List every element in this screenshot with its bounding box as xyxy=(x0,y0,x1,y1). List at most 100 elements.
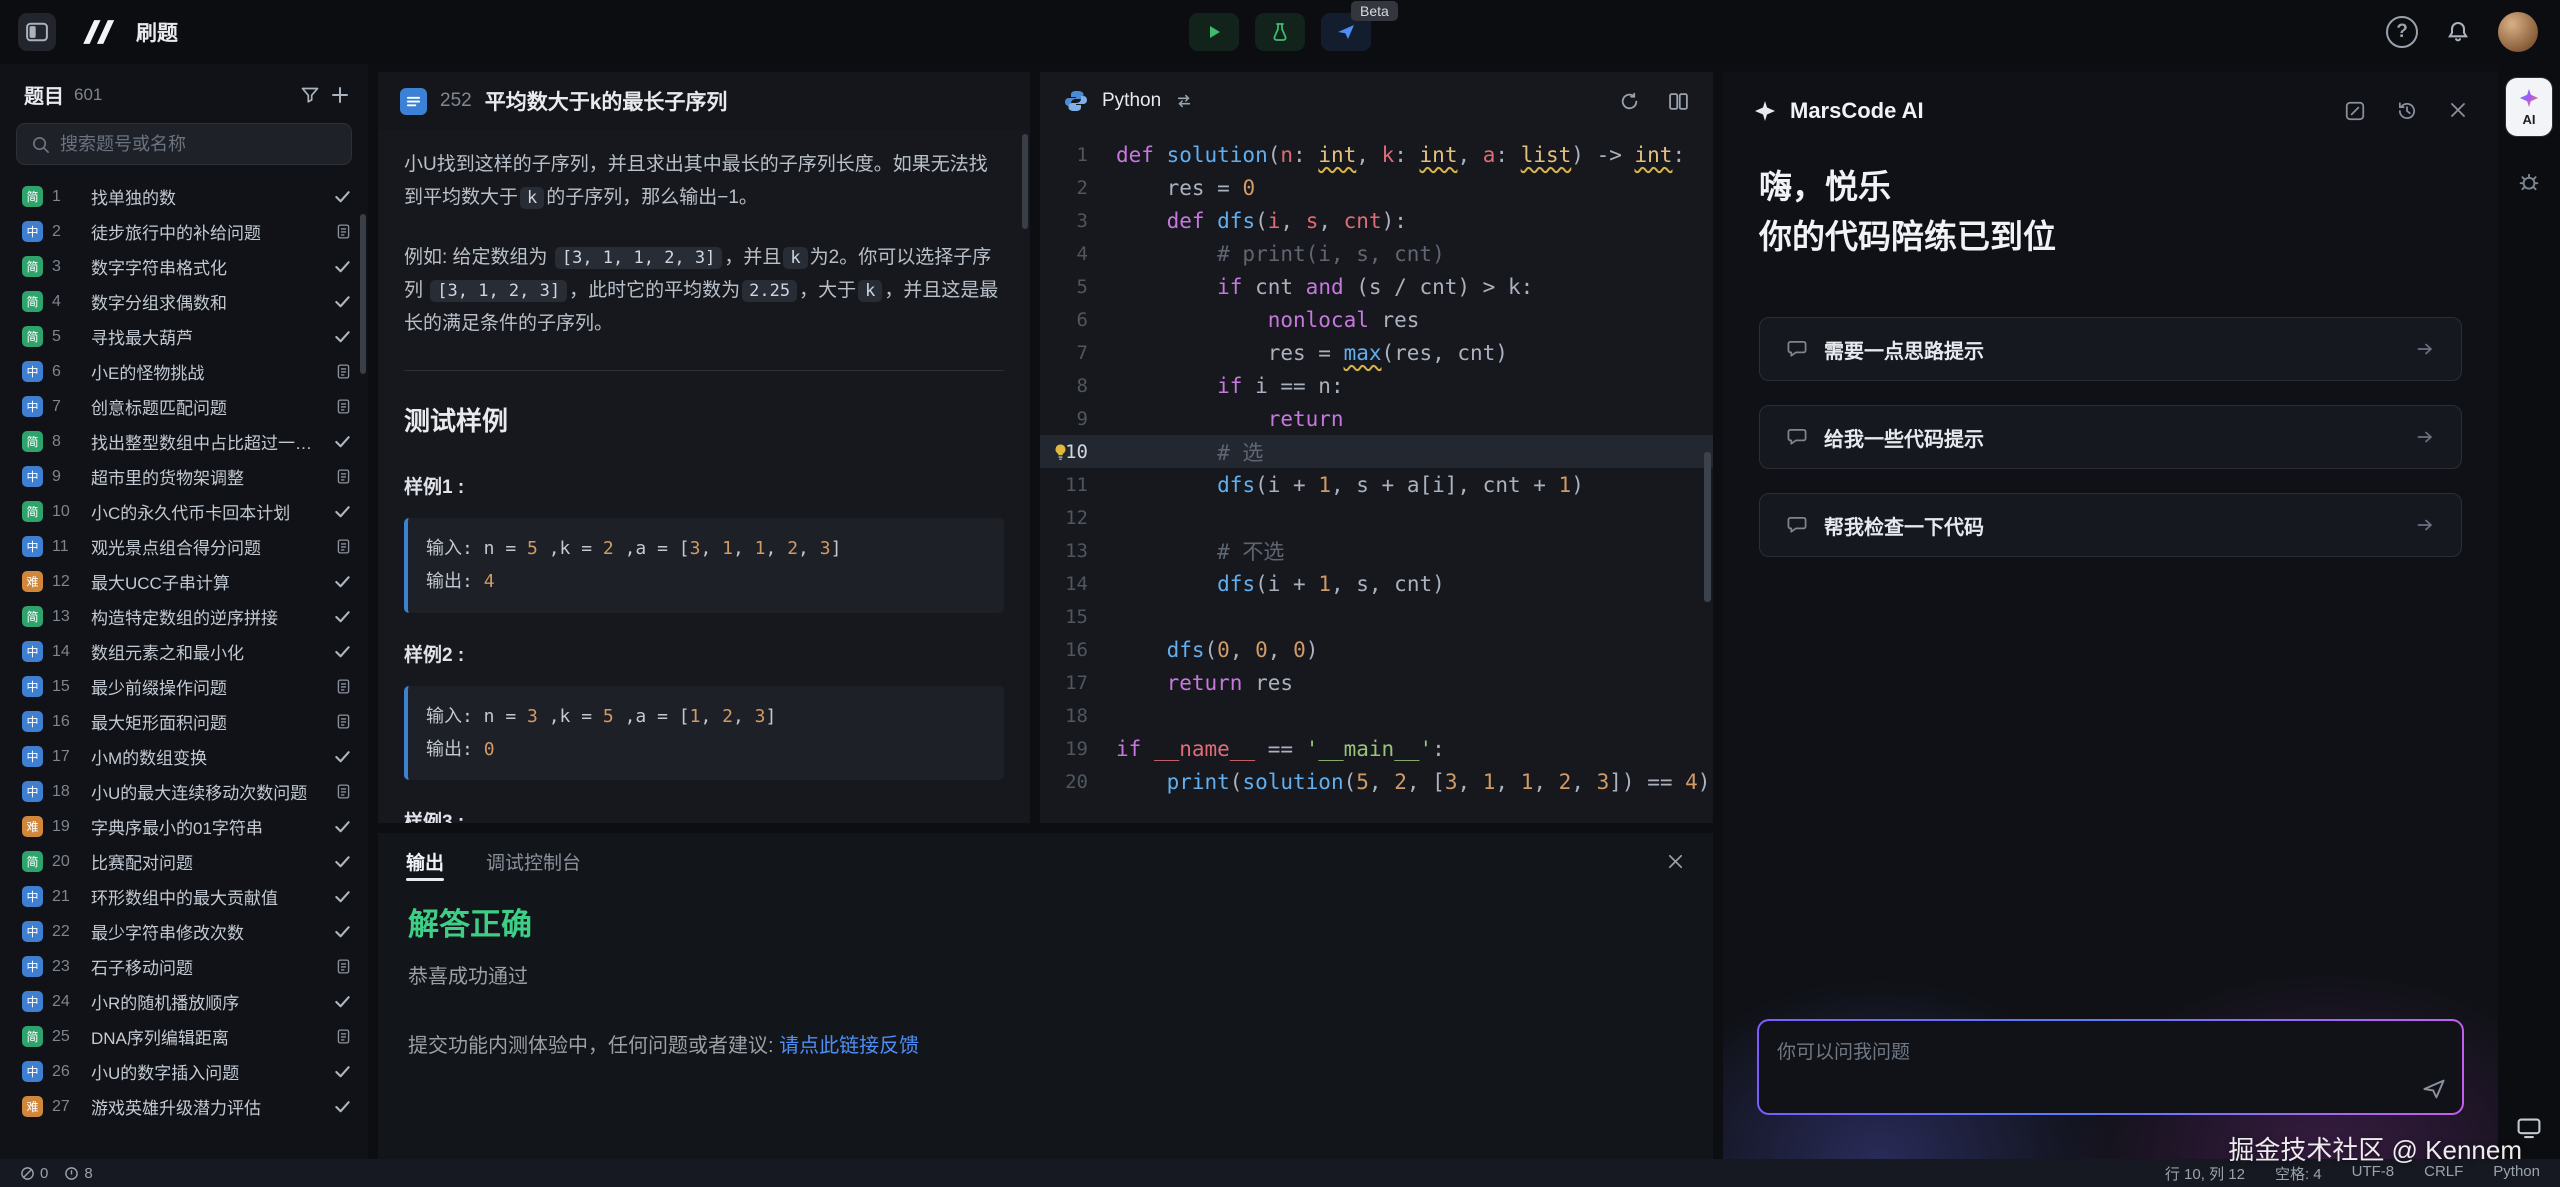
add-problem-icon[interactable] xyxy=(330,85,350,105)
problem-list-item[interactable]: 中17小M的数组变换 xyxy=(0,739,368,774)
send-icon[interactable] xyxy=(2422,1077,2446,1101)
output-tab-debug-console[interactable]: 调试控制台 xyxy=(486,833,581,889)
ai-suggestion-button[interactable]: 给我一些代码提示 xyxy=(1759,405,2462,469)
problem-title: 小C的永久代币卡回本计划 xyxy=(91,499,324,524)
sidebar-scrollbar[interactable] xyxy=(360,214,366,374)
check-icon xyxy=(333,572,352,591)
difficulty-badge: 简 xyxy=(22,606,43,627)
problem-list-item[interactable]: 中14数组元素之和最小化 xyxy=(0,634,368,669)
paper-plane-icon xyxy=(1336,22,1356,42)
close-icon[interactable] xyxy=(2448,100,2468,122)
switch-language-icon[interactable] xyxy=(1175,92,1193,110)
problem-list-item[interactable]: 中16最大矩形面积问题 xyxy=(0,704,368,739)
code-line: 1def solution(n: int, k: int, a: list) -… xyxy=(1040,138,1713,171)
app-window: 刷题 Beta ? 题目 601 xyxy=(0,0,2560,1187)
problem-list-item[interactable]: 中7创意标题匹配问题 xyxy=(0,389,368,424)
error-count[interactable]: 0 xyxy=(20,1165,48,1182)
problem-list-item[interactable]: 中9超市里的货物架调整 xyxy=(0,459,368,494)
problem-list-item[interactable]: 难12最大UCC子串计算 xyxy=(0,564,368,599)
problem-number: 27 xyxy=(52,1098,82,1116)
run-tests-button[interactable] xyxy=(1255,13,1305,51)
debug-bug-icon[interactable] xyxy=(2517,170,2541,194)
warning-count[interactable]: 8 xyxy=(64,1165,92,1182)
feedback-link[interactable]: 请点此链接反馈 xyxy=(779,1035,919,1057)
problem-list-item[interactable]: 难19字典序最小的01字符串 xyxy=(0,809,368,844)
feedback-edit-icon[interactable] xyxy=(2344,100,2366,122)
ai-assistant-tab[interactable]: AI xyxy=(2506,78,2552,136)
ai-question-input[interactable] xyxy=(1759,1021,2462,1113)
document-icon xyxy=(335,713,352,730)
problem-number: 7 xyxy=(52,398,82,416)
problem-list-item[interactable]: 中2徒步旅行中的补给问题 xyxy=(0,214,368,249)
problem-number: 26 xyxy=(52,1063,82,1081)
problem-title: 观光景点组合得分问题 xyxy=(91,534,326,559)
problem-list-item[interactable]: 简1找单独的数 xyxy=(0,179,368,214)
filter-icon[interactable] xyxy=(300,85,320,105)
reset-code-icon[interactable] xyxy=(1619,91,1640,112)
problem-number: 8 xyxy=(52,433,82,451)
difficulty-badge: 中 xyxy=(22,711,43,732)
problem-title: 环形数组中的最大贡献值 xyxy=(91,884,324,909)
check-icon xyxy=(333,327,352,346)
search-input[interactable] xyxy=(60,134,337,155)
ai-input-box[interactable] xyxy=(1757,1019,2464,1115)
difficulty-badge: 中 xyxy=(22,781,43,802)
problem-list-item[interactable]: 简13构造特定数组的逆序拼接 xyxy=(0,599,368,634)
problem-list-item[interactable]: 简4数字分组求偶数和 xyxy=(0,284,368,319)
code-text: dfs(i + 1, s + a[i], cnt + 1) xyxy=(1116,473,1584,497)
avatar[interactable] xyxy=(2498,12,2538,52)
submit-button[interactable]: Beta xyxy=(1321,13,1371,51)
search-box[interactable] xyxy=(16,123,352,165)
close-output-icon[interactable] xyxy=(1666,852,1685,871)
ai-suggestion-button[interactable]: 帮我检查一下代码 xyxy=(1759,493,2462,557)
problem-list-item[interactable]: 中26小U的数字插入问题 xyxy=(0,1054,368,1089)
problem-number: 17 xyxy=(52,748,82,766)
bell-icon[interactable] xyxy=(2446,20,2470,44)
problem-scrollbar[interactable] xyxy=(1022,134,1028,229)
problem-list-item[interactable]: 简5寻找最大葫芦 xyxy=(0,319,368,354)
problem-body[interactable]: 小U找到这样的子序列，并且求出其中最长的子序列长度。如果无法找到平均数大于k的子… xyxy=(378,130,1030,823)
run-button[interactable] xyxy=(1189,13,1239,51)
problem-list-item[interactable]: 简25DNA序列编辑距离 xyxy=(0,1019,368,1054)
problem-list-item[interactable]: 简20比赛配对问题 xyxy=(0,844,368,879)
problem-number: 14 xyxy=(52,643,82,661)
sample-block: 输入: n = 5 ,k = 2 ,a = [3, 1, 1, 2, 3]输出:… xyxy=(404,518,1004,613)
problem-list-item[interactable]: 简8找出整型数组中占比超过一半的数 xyxy=(0,424,368,459)
ai-suggestion-button[interactable]: 需要一点思路提示 xyxy=(1759,317,2462,381)
problem-list-item[interactable]: 中23石子移动问题 xyxy=(0,949,368,984)
difficulty-badge: 中 xyxy=(22,466,43,487)
document-icon xyxy=(335,398,352,415)
problem-list-item[interactable]: 中24小R的随机播放顺序 xyxy=(0,984,368,1019)
line-number: 13 xyxy=(1040,540,1116,562)
problem-title: 找出整型数组中占比超过一半的数 xyxy=(91,429,324,454)
code-text: dfs(i + 1, s, cnt) xyxy=(1116,572,1445,596)
difficulty-badge: 简 xyxy=(22,256,43,277)
problem-title: 平均数大于k的最长子序列 xyxy=(485,86,728,116)
problem-list-item[interactable]: 中22最少字符串修改次数 xyxy=(0,914,368,949)
document-icon xyxy=(335,223,352,240)
history-icon[interactable] xyxy=(2396,100,2418,122)
problem-list-item[interactable]: 简10小C的永久代币卡回本计划 xyxy=(0,494,368,529)
ai-suggestions: 需要一点思路提示给我一些代码提示帮我检查一下代码 xyxy=(1723,317,2498,557)
help-icon[interactable]: ? xyxy=(2386,16,2418,48)
problem-list-item[interactable]: 中18小U的最大连续移动次数问题 xyxy=(0,774,368,809)
code-line: 3 def dfs(i, s, cnt): xyxy=(1040,204,1713,237)
problem-list-item[interactable]: 难27游戏英雄升级潜力评估 xyxy=(0,1089,368,1124)
sidebar-toggle-button[interactable] xyxy=(18,13,56,51)
problem-list-item[interactable]: 中6小E的怪物挑战 xyxy=(0,354,368,389)
layout-columns-icon[interactable] xyxy=(1668,91,1689,112)
language-tab[interactable]: Python xyxy=(1102,90,1161,112)
editor-scrollbar[interactable] xyxy=(1704,452,1711,602)
document-icon xyxy=(335,1028,352,1045)
code-area[interactable]: 1def solution(n: int, k: int, a: list) -… xyxy=(1040,130,1713,823)
problem-list-item[interactable]: 中15最少前缀操作问题 xyxy=(0,669,368,704)
inline-code: [3, 1, 2, 3] xyxy=(430,280,567,302)
lightbulb-icon[interactable] xyxy=(1052,443,1069,460)
problem-list-item[interactable]: 中21环形数组中的最大贡献值 xyxy=(0,879,368,914)
problem-example: 例如: 给定数组为 [3, 1, 1, 2, 3]，并且k为2。你可以选择子序列… xyxy=(404,241,1004,341)
output-tab-output[interactable]: 输出 xyxy=(406,833,444,889)
problem-list-item[interactable]: 简3数字字符串格式化 xyxy=(0,249,368,284)
code-text: def dfs(i, s, cnt): xyxy=(1116,209,1407,233)
problem-list-item[interactable]: 中11观光景点组合得分问题 xyxy=(0,529,368,564)
problem-number: 25 xyxy=(52,1028,82,1046)
